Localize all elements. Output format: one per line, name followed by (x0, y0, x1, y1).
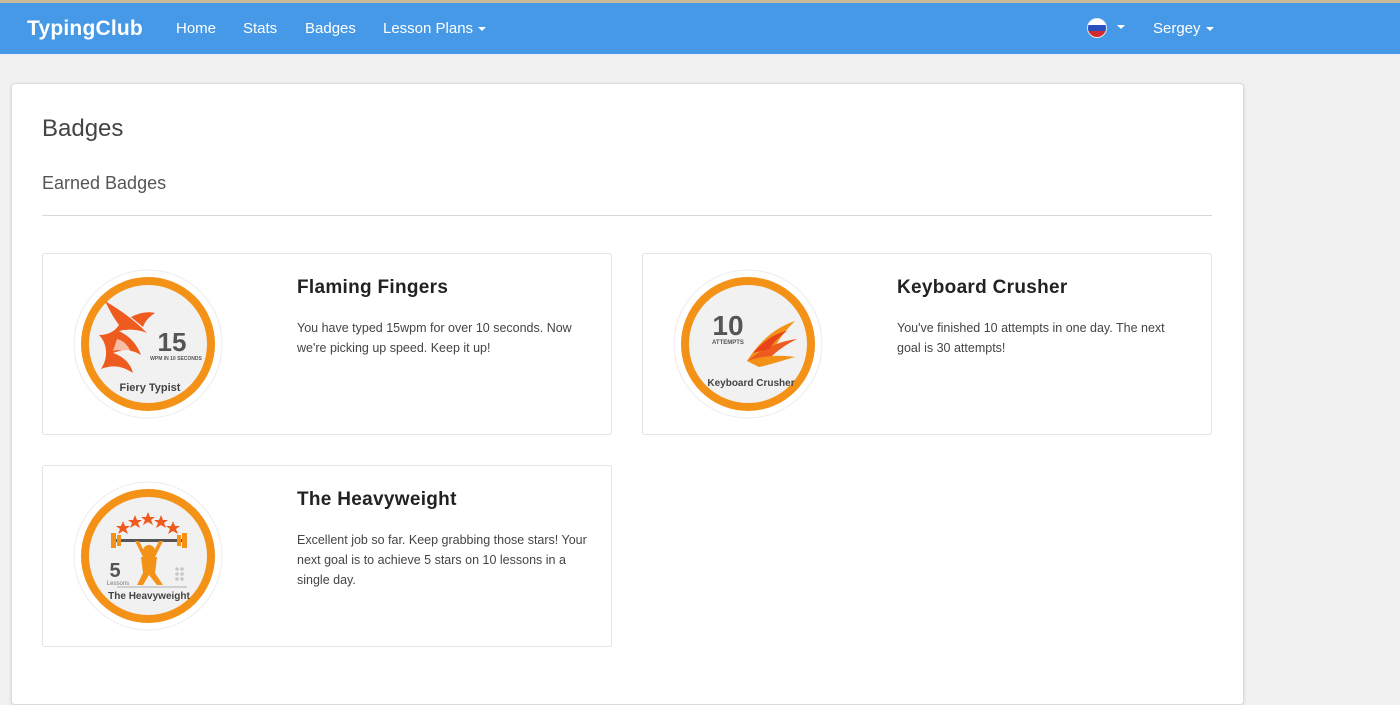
badge-name: Fiery Typist (120, 382, 181, 394)
badge-number: 10 (712, 310, 743, 341)
badge-description: Excellent job so far. Keep grabbing thos… (297, 533, 587, 587)
section-title: Earned Badges (42, 173, 167, 193)
badge-caption: WPM IN 10 SECONDS (150, 356, 202, 362)
badge-name: The Heavyweight (108, 591, 190, 602)
badge-name: Keyboard Crusher (707, 378, 794, 389)
nav-home[interactable]: Home (176, 20, 216, 37)
nav-badges[interactable]: Badges (305, 20, 356, 37)
heavyweight-badge: 5 Lessons The Heavyweight (73, 481, 223, 631)
badge-caption: Lessons (107, 581, 129, 587)
navbar: TypingClub Home Stats Badges Lesson Plan… (0, 3, 1400, 54)
brand-logo[interactable]: TypingClub (27, 17, 143, 41)
nav-stats[interactable]: Stats (243, 20, 277, 37)
badge-number: 5 (109, 560, 120, 582)
badges-panel: Badges Earned Badges 15 WPM IN 10 SECOND… (11, 83, 1244, 705)
fiery-typist-badge: 15 WPM IN 10 SECONDS Fiery Typist (73, 269, 223, 419)
user-menu[interactable]: Sergey (1153, 20, 1214, 37)
russia-flag-icon[interactable] (1087, 18, 1107, 38)
user-name: Sergey (1153, 20, 1201, 37)
badge-title: The Heavyweight (297, 489, 457, 510)
chevron-down-icon[interactable] (1117, 25, 1125, 29)
badge-description: You've finished 10 attempts in one day. … (897, 321, 1165, 355)
page-title: Badges (42, 115, 124, 142)
nav-lesson-plans[interactable]: Lesson Plans (383, 20, 487, 37)
keyboard-crusher-badge: 10 ATTEMPTS Keyboard Crusher (673, 269, 823, 419)
badge-card: 10 ATTEMPTS Keyboard Crusher Keyboard Cr… (642, 253, 1212, 435)
badge-card: 15 WPM IN 10 SECONDS Fiery Typist Flamin… (42, 253, 612, 435)
badge-caption: ATTEMPTS (712, 340, 744, 346)
badge-number: 15 (158, 327, 187, 357)
chevron-down-icon (1205, 27, 1214, 32)
divider (42, 215, 1212, 216)
nav-lesson-plans-label: Lesson Plans (383, 20, 474, 37)
badge-title: Keyboard Crusher (897, 277, 1068, 298)
badge-card: 5 Lessons The Heavyweight The Heavyweigh… (42, 465, 612, 647)
badge-title: Flaming Fingers (297, 277, 449, 298)
badge-description: You have typed 15wpm for over 10 seconds… (297, 321, 572, 355)
chevron-down-icon (478, 27, 487, 32)
